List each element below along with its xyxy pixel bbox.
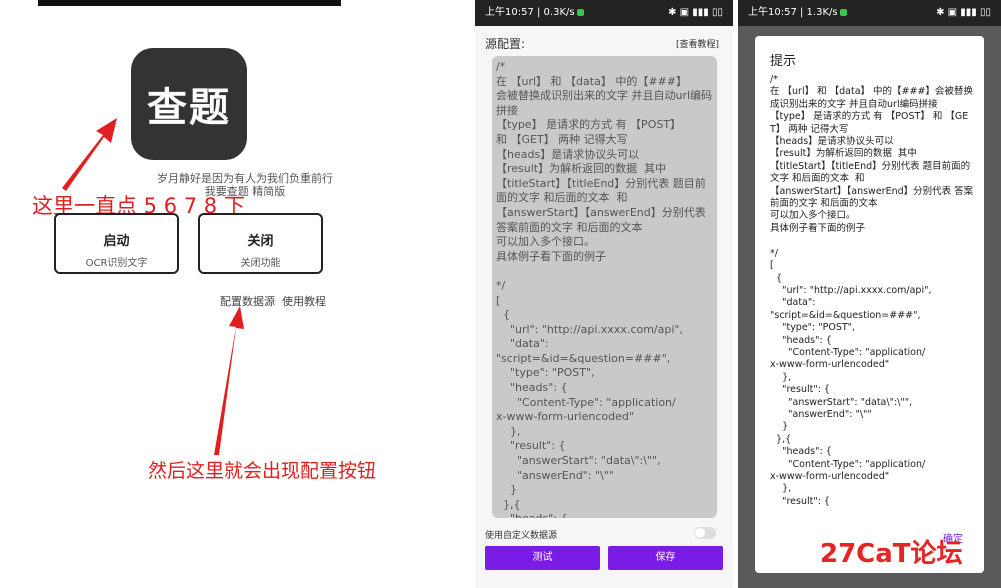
view-tutorial-link[interactable]: [查看教程] (676, 37, 719, 50)
tip-dialog: 提示 /* 在 【url】 和 【data】 中的【###】会被替换成识别出来的… (755, 36, 984, 573)
dialog-text[interactable]: /* 在 【url】 和 【data】 中的【###】会被替换成识别出来的文字 … (770, 74, 978, 508)
watermark: 27CaT论坛 (820, 539, 963, 569)
source-config-screen: 上午10:57 | 0.3K/s ✱ ▣ ▮▮▮ ▯▯ 源配置: [查看教程] … (475, 0, 733, 588)
annotation-arrows (62, 118, 244, 455)
home-screen: 查题 岁月静好是因为有人为我们负重前行 我要查题 精简版 这里一直点 5 6 7… (0, 0, 470, 588)
status-icons: ✱ ▣ ▮▮▮ ▯▯ (936, 7, 991, 18)
custom-source-label: 使用自定义数据源 (485, 531, 558, 541)
status-bar: 上午10:57 | 1.3K/s ✱ ▣ ▮▮▮ ▯▯ (738, 0, 1001, 26)
status-time: 上午10:57 | 1.3K/s (748, 0, 847, 26)
status-bar: 上午10:57 | 0.3K/s ✱ ▣ ▮▮▮ ▯▯ (475, 0, 733, 26)
network-badge-icon (576, 8, 584, 16)
arrow-to-logo (62, 118, 117, 191)
test-button[interactable]: 测试 (485, 546, 600, 570)
network-badge-icon (839, 8, 847, 16)
tutorial-dialog-screen: 上午10:57 | 1.3K/s ✱ ▣ ▮▮▮ ▯▯ 提示 /* 在 【url… (738, 0, 1001, 588)
source-config-editor[interactable]: /* 在 【url】 和 【data】 中的【###】 会被替换成识别出来的文字… (492, 56, 717, 518)
arrow-to-config (214, 306, 244, 455)
source-config-text: /* 在 【url】 和 【data】 中的【###】 会被替换成识别出来的文字… (496, 60, 713, 518)
page-title: 源配置: (485, 37, 526, 51)
toggle-knob (695, 528, 705, 538)
status-time: 上午10:57 | 0.3K/s (485, 0, 584, 26)
dialog-title: 提示 (770, 54, 797, 69)
status-icons: ✱ ▣ ▮▮▮ ▯▯ (668, 7, 723, 18)
save-button[interactable]: 保存 (608, 546, 723, 570)
custom-source-toggle[interactable] (694, 527, 716, 539)
